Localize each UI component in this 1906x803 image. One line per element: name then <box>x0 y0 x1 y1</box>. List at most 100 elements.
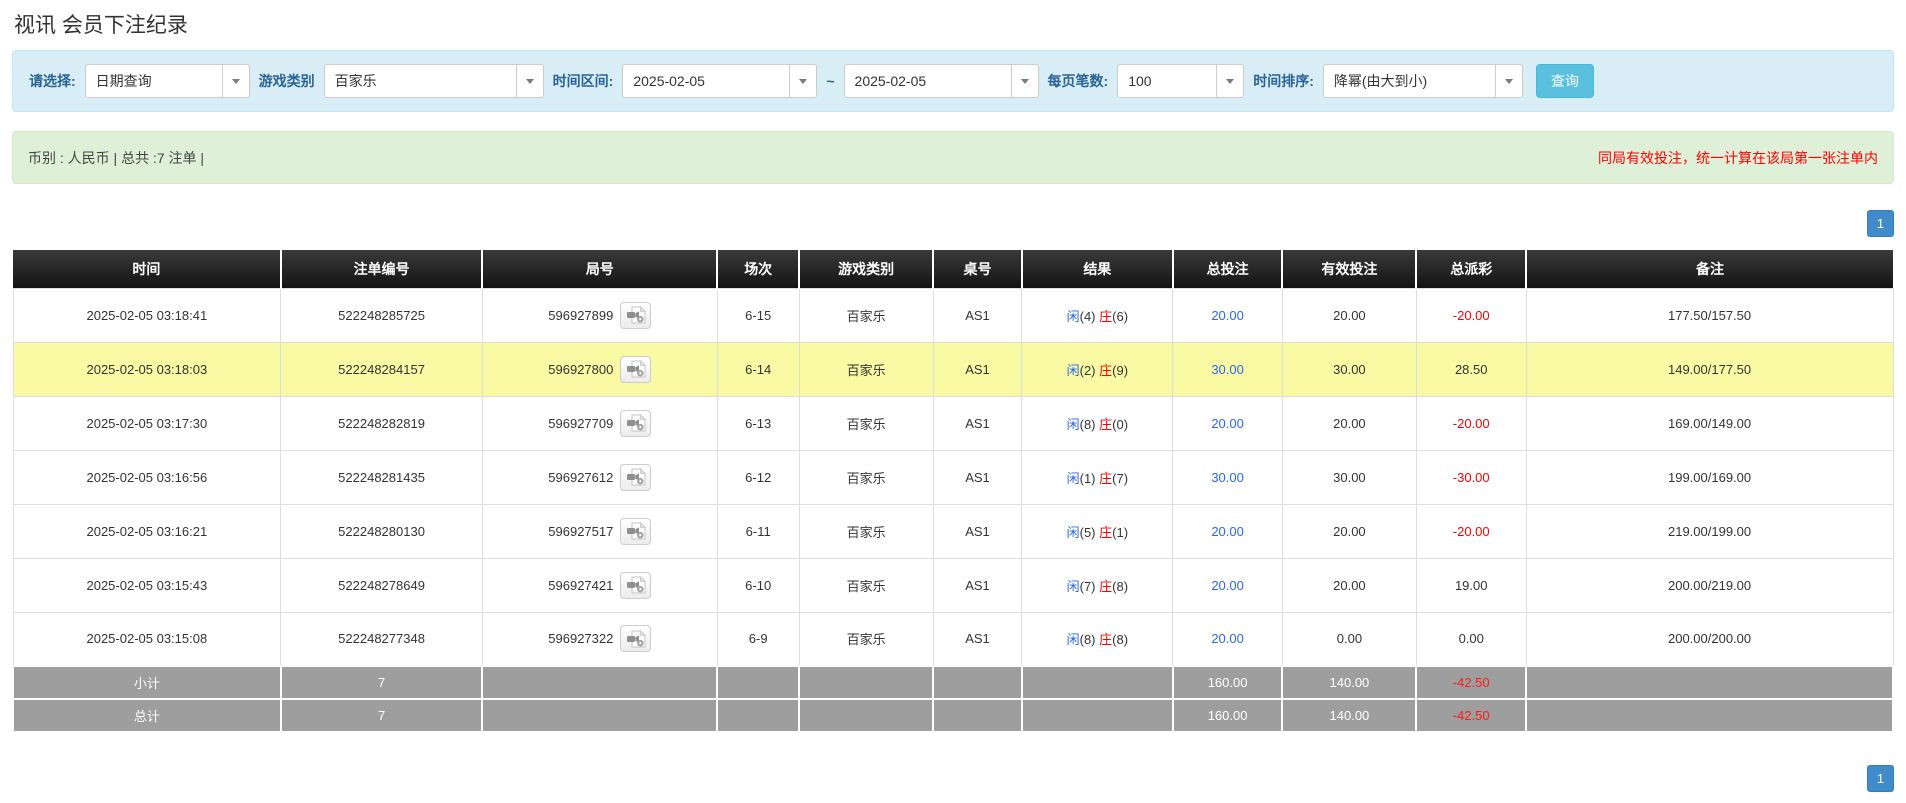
page-size-select[interactable]: 100 <box>1117 64 1244 98</box>
banker-result-label: 庄 <box>1099 525 1112 540</box>
total-bet-link[interactable]: 20.00 <box>1211 308 1244 323</box>
sort-order-label: 时间排序: <box>1253 71 1314 91</box>
video-playback-button[interactable] <box>620 625 651 652</box>
cell-game-type: 百家乐 <box>799 288 933 342</box>
banker-result-label: 庄 <box>1099 632 1112 647</box>
cell-game-type: 百家乐 <box>799 342 933 396</box>
cell-remark: 169.00/149.00 <box>1526 396 1893 450</box>
search-button[interactable]: 查询 <box>1536 64 1594 98</box>
footer-payout: -42.50 <box>1416 666 1526 699</box>
cell-session: 6-10 <box>717 558 799 612</box>
cell-time: 2025-02-05 03:18:41 <box>13 288 281 342</box>
total-bet-link[interactable]: 20.00 <box>1211 416 1244 431</box>
chevron-down-icon <box>789 65 816 97</box>
cell-session: 6-11 <box>717 504 799 558</box>
page-1-button[interactable]: 1 <box>1867 765 1894 792</box>
video-playback-button[interactable] <box>620 464 651 491</box>
footer-empty <box>1022 666 1173 699</box>
total-bet-link[interactable]: 30.00 <box>1211 470 1244 485</box>
game-type-select[interactable]: 百家乐 <box>324 64 544 98</box>
video-playback-button[interactable] <box>620 356 651 383</box>
round-number: 596927800 <box>548 362 613 377</box>
video-camera-icon <box>626 468 646 486</box>
cell-result: 闲(1) 庄(7) <box>1022 450 1173 504</box>
round-number: 596927517 <box>548 524 613 539</box>
date-range-separator: ~ <box>826 73 834 89</box>
column-header: 备注 <box>1526 250 1893 288</box>
table-footer: 小计7160.00140.00-42.50总计7160.00140.00-42.… <box>13 666 1893 732</box>
cell-result: 闲(5) 庄(1) <box>1022 504 1173 558</box>
chevron-down-icon <box>1495 65 1522 97</box>
footer-count: 7 <box>281 699 483 732</box>
column-header: 总投注 <box>1173 250 1283 288</box>
cell-remark: 177.50/157.50 <box>1526 288 1893 342</box>
cell-time: 2025-02-05 03:16:56 <box>13 450 281 504</box>
banker-result-label: 庄 <box>1099 417 1112 432</box>
time-range-label: 时间区间: <box>553 71 614 91</box>
video-playback-button[interactable] <box>620 572 651 599</box>
total-bet-link[interactable]: 20.00 <box>1211 524 1244 539</box>
cell-result: 闲(2) 庄(9) <box>1022 342 1173 396</box>
cell-table-no: AS1 <box>933 558 1022 612</box>
player-result-label: 闲 <box>1067 525 1080 540</box>
footer-empty <box>717 699 799 732</box>
round-number: 596927899 <box>548 308 613 323</box>
cell-payout: 0.00 <box>1416 612 1526 666</box>
table-row: 2025-02-05 03:18:03522248284157 596927800… <box>13 342 1893 396</box>
banker-result-label: 庄 <box>1099 363 1112 378</box>
date-from-select[interactable]: 2025-02-05 <box>622 64 817 98</box>
sort-order-select[interactable]: 降幂(由大到小) <box>1323 64 1523 98</box>
filter-bar: 请选择: 日期查询 游戏类别 百家乐 时间区间: 2025-02-05 ~ 20… <box>12 50 1894 112</box>
cell-valid-bet: 20.00 <box>1282 504 1416 558</box>
cell-total-bet: 20.00 <box>1173 288 1283 342</box>
query-type-label: 请选择: <box>29 71 76 91</box>
date-to-select[interactable]: 2025-02-05 <box>844 64 1039 98</box>
pagination-bottom: 1 <box>12 765 1894 792</box>
cell-bet-id: 522248284157 <box>281 342 483 396</box>
cell-payout: -20.00 <box>1416 396 1526 450</box>
cell-session: 6-14 <box>717 342 799 396</box>
total-bet-link[interactable]: 20.00 <box>1211 578 1244 593</box>
round-number: 596927322 <box>548 631 613 646</box>
video-playback-button[interactable] <box>620 518 651 545</box>
query-type-select[interactable]: 日期查询 <box>85 64 250 98</box>
cell-round-id: 596927612 <box>482 450 717 504</box>
cell-payout: -30.00 <box>1416 450 1526 504</box>
cell-time: 2025-02-05 03:18:03 <box>13 342 281 396</box>
video-playback-button[interactable] <box>620 410 651 437</box>
total-bet-link[interactable]: 30.00 <box>1211 362 1244 377</box>
footer-total-bet: 160.00 <box>1173 699 1283 732</box>
sort-order-value: 降幂(由大到小) <box>1324 71 1495 91</box>
cell-remark: 219.00/199.00 <box>1526 504 1893 558</box>
cell-bet-id: 522248277348 <box>281 612 483 666</box>
date-to-value: 2025-02-05 <box>845 73 1011 89</box>
footer-empty <box>933 666 1022 699</box>
cell-session: 6-15 <box>717 288 799 342</box>
player-result-label: 闲 <box>1067 363 1080 378</box>
banker-result-score: (7) <box>1112 471 1128 486</box>
cell-table-no: AS1 <box>933 504 1022 558</box>
cell-round-id: 596927421 <box>482 558 717 612</box>
column-header: 总派彩 <box>1416 250 1526 288</box>
cell-game-type: 百家乐 <box>799 558 933 612</box>
cell-game-type: 百家乐 <box>799 396 933 450</box>
chevron-down-icon <box>1216 65 1243 97</box>
currency-total-text: 币别 : 人民币 | 总共 :7 注单 | <box>28 148 204 168</box>
video-playback-button[interactable] <box>620 302 651 329</box>
table-footer-row: 总计7160.00140.00-42.50 <box>13 699 1893 732</box>
total-bet-link[interactable]: 20.00 <box>1211 631 1244 646</box>
round-number: 596927421 <box>548 578 613 593</box>
table-header-row: 时间注单编号局号场次游戏类别桌号结果总投注有效投注总派彩备注 <box>13 250 1893 288</box>
cell-table-no: AS1 <box>933 288 1022 342</box>
cell-payout: 28.50 <box>1416 342 1526 396</box>
footer-empty <box>799 666 933 699</box>
footer-empty <box>482 699 717 732</box>
column-header: 游戏类别 <box>799 250 933 288</box>
player-result-label: 闲 <box>1067 471 1080 486</box>
video-camera-icon <box>626 360 646 378</box>
player-result-score: (8) <box>1080 417 1100 432</box>
player-result-label: 闲 <box>1067 579 1080 594</box>
page-1-button[interactable]: 1 <box>1867 210 1894 237</box>
video-camera-icon <box>626 576 646 594</box>
cell-game-type: 百家乐 <box>799 612 933 666</box>
